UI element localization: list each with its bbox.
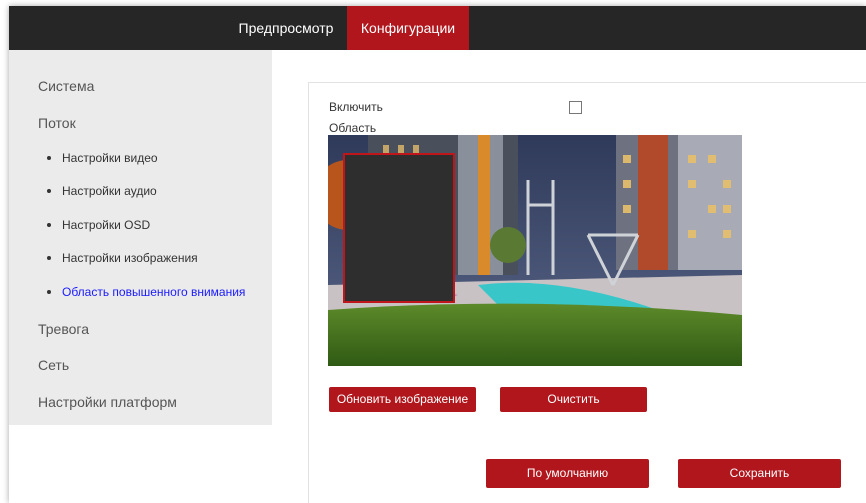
bullet-icon <box>47 222 51 227</box>
camera-preview-image[interactable] <box>328 135 742 366</box>
area-label: Область <box>329 121 377 135</box>
sidebar-item-platform-settings[interactable]: Настройки платформ <box>38 394 177 410</box>
sidebar-subitem-video[interactable]: Настройки видео <box>47 151 158 165</box>
sidebar-item-system[interactable]: Система <box>38 78 94 94</box>
save-button[interactable]: Сохранить <box>678 459 841 488</box>
sidebar-item-alarm[interactable]: Тревога <box>38 321 89 337</box>
sidebar-subitem-label: Область повышенного внимания <box>62 285 246 299</box>
tab-configuration[interactable]: Конфигурации <box>347 6 469 50</box>
sidebar-item-stream[interactable]: Поток <box>38 115 76 131</box>
app-window: Предпросмотр Конфигурации Система Поток … <box>9 6 866 503</box>
enable-label: Включить <box>329 100 383 114</box>
clear-button[interactable]: Очистить <box>500 387 647 412</box>
bullet-icon <box>47 188 51 193</box>
sidebar-subitem-roi[interactable]: Область повышенного внимания <box>47 285 245 299</box>
roi-mask-rectangle[interactable] <box>343 153 455 303</box>
top-nav-bar: Предпросмотр Конфигурации <box>9 6 866 50</box>
refresh-image-button[interactable]: Обновить изображение <box>329 387 476 412</box>
sidebar-subitem-osd[interactable]: Настройки OSD <box>47 218 150 232</box>
sidebar-subitem-label: Настройки изображения <box>62 251 198 265</box>
sidebar-subitem-label: Настройки аудио <box>62 184 157 198</box>
bullet-icon <box>47 155 51 160</box>
bullet-icon <box>47 289 51 294</box>
sidebar: Система Поток Настройки видео Настройки … <box>9 50 272 425</box>
sidebar-subitem-image[interactable]: Настройки изображения <box>47 251 198 265</box>
sidebar-item-network[interactable]: Сеть <box>38 357 69 373</box>
sidebar-subitem-label: Настройки OSD <box>62 218 151 232</box>
enable-checkbox[interactable] <box>569 101 582 114</box>
tab-preview[interactable]: Предпросмотр <box>225 6 347 50</box>
bullet-icon <box>47 255 51 260</box>
sidebar-subitem-label: Настройки видео <box>62 151 158 165</box>
sidebar-subitem-audio[interactable]: Настройки аудио <box>47 184 157 198</box>
default-button[interactable]: По умолчанию <box>486 459 649 488</box>
